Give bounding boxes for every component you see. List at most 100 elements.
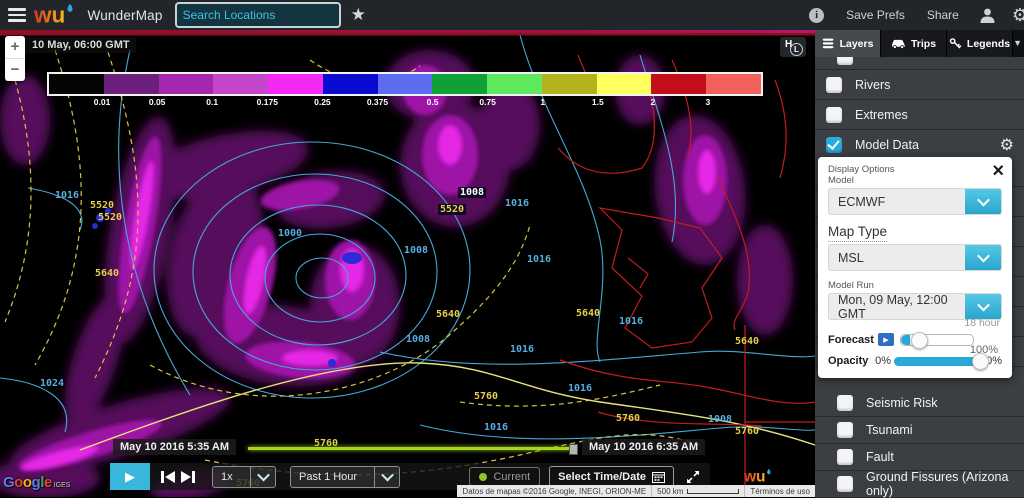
settings-gear-icon[interactable]: ⚙ xyxy=(1012,5,1024,26)
forecast-slider-handle[interactable] xyxy=(911,331,928,349)
model-run-select[interactable]: Mon, 09 May, 12:00 GMT xyxy=(828,293,1002,320)
menu-icon[interactable] xyxy=(8,5,26,25)
model-run-value: Mon, 09 May, 12:00 GMT xyxy=(838,293,948,320)
play-button[interactable]: ▶ xyxy=(110,463,150,490)
layer-row-fault[interactable]: Fault xyxy=(815,444,1024,471)
close-icon[interactable]: × xyxy=(992,161,1004,181)
legend-swatch xyxy=(487,74,542,94)
legend-swatch xyxy=(103,74,159,94)
checkbox-rivers[interactable] xyxy=(826,76,842,93)
account-icon[interactable] xyxy=(979,7,996,24)
time-range-dropdown[interactable]: Past 1 Hour xyxy=(290,465,400,488)
chevron-down-icon[interactable] xyxy=(965,294,1001,319)
layer-row-tsunami[interactable]: Tsunami xyxy=(815,417,1024,444)
model-timestamp: 10 May, 06:00 GMT xyxy=(10,37,136,53)
tab-trips[interactable]: Trips xyxy=(881,30,947,57)
checkbox-seismic-risk[interactable] xyxy=(837,395,853,411)
layer-label: Seismic Risk xyxy=(866,396,938,410)
favorite-star-icon[interactable]: ★ xyxy=(351,5,366,25)
checkbox-tsunami[interactable] xyxy=(837,422,853,438)
layer-row-ground-fissures-arizona-only[interactable]: Ground Fissures (Arizona only) xyxy=(815,470,1024,498)
legend-tick-label: 0.175 xyxy=(256,97,278,107)
timeline-progress[interactable] xyxy=(248,447,571,450)
legend-swatch xyxy=(706,74,761,94)
sidebar-collapse-caret[interactable]: ▼ xyxy=(1013,38,1022,48)
scale-label: 500 km xyxy=(657,486,684,496)
map-contour-label: 5640 xyxy=(576,308,601,319)
legend-swatch xyxy=(322,74,378,94)
terms-link[interactable]: Términos de uso xyxy=(744,485,815,497)
legend-tick-label: 0.75 xyxy=(479,97,496,107)
display-options-panel: Display Options × Model ECMWF Map Type M… xyxy=(818,157,1012,378)
zoom-out-button[interactable]: − xyxy=(5,59,25,81)
map-type-select[interactable]: MSL xyxy=(828,244,1002,271)
search-input[interactable] xyxy=(176,8,339,22)
highs-lows-button[interactable]: H L xyxy=(780,37,806,57)
share-button[interactable]: Share xyxy=(927,8,959,22)
checkbox-partial[interactable] xyxy=(837,57,853,65)
attribution-text: Datos de mapas ©2016 Google, INEGI, ORIO… xyxy=(462,486,647,496)
tab-legends[interactable]: Legends xyxy=(947,30,1013,57)
checkbox-ground-fissures-arizona-only[interactable] xyxy=(837,476,853,492)
wu-logo[interactable]: wu xyxy=(34,3,78,27)
map-contour-label: 5520 xyxy=(98,212,123,223)
map-contour-label: 1016 xyxy=(505,198,530,209)
map-contour-label: 5640 xyxy=(735,336,760,347)
map-contour-label: 5520 xyxy=(438,204,467,215)
zoom-control[interactable]: + − xyxy=(5,36,25,81)
layer-label: Fault xyxy=(866,450,894,464)
fullscreen-icon[interactable] xyxy=(686,470,700,484)
map-contour-label: 5640 xyxy=(95,268,120,279)
layer-label: Ground Fissures (Arizona only) xyxy=(866,470,1009,498)
map-contour-label: 1008 xyxy=(708,414,733,425)
timeline-handle[interactable] xyxy=(569,444,578,455)
save-prefs-button[interactable]: Save Prefs xyxy=(846,8,905,22)
chevron-down-icon xyxy=(374,466,399,487)
top-bar: wu WunderMap ★ i Save Prefs Share ⚙ xyxy=(0,0,1024,30)
opacity-slider[interactable] xyxy=(894,353,990,370)
gear-icon[interactable]: ⚙ xyxy=(1000,135,1014,155)
zoom-in-button[interactable]: + xyxy=(5,36,25,59)
legend-tick-label: 0.25 xyxy=(314,97,331,107)
layer-row-extremes[interactable]: Extremes xyxy=(815,100,1024,130)
forecast-play-button[interactable]: ▶ xyxy=(878,333,894,346)
tab-layers[interactable]: Layers xyxy=(815,30,881,57)
current-button[interactable]: Current xyxy=(469,467,541,486)
weather-map[interactable]: 1016 5520 5520 5640 1024 1000 5520 1008 1016 1008… xyxy=(0,30,815,497)
info-icon[interactable]: i xyxy=(809,7,825,23)
legend-swatch xyxy=(158,74,214,94)
search-box[interactable] xyxy=(174,2,341,28)
checkbox-extremes[interactable] xyxy=(826,106,842,123)
layer-label: Rivers xyxy=(855,77,891,92)
checkbox-model-data[interactable] xyxy=(826,136,842,153)
speed-value: 1x xyxy=(221,470,233,483)
layer-row-seismic-risk[interactable]: Seismic Risk xyxy=(815,390,1024,417)
chevron-down-icon[interactable] xyxy=(965,245,1001,270)
low-label: L xyxy=(790,43,803,56)
legend-label-row: 0.01 0.05 0.1 0.175 0.25 0.375 0.5 0.75 1 1.5 2 3 xyxy=(47,96,763,108)
checkbox-fault[interactable] xyxy=(837,449,853,465)
legend-tick-label: 1.5 xyxy=(591,97,604,107)
layer-row-model-data[interactable]: Model Data ⚙ xyxy=(815,130,1024,160)
legend-swatch xyxy=(268,74,323,94)
chevron-down-icon[interactable] xyxy=(965,189,1001,214)
model-select[interactable]: ECMWF xyxy=(828,188,1002,215)
wu-watermark: wu xyxy=(744,469,771,485)
legend-swatch xyxy=(596,74,652,94)
legend-swatch xyxy=(432,74,488,94)
forecast-slider[interactable] xyxy=(900,331,974,349)
animation-timeline[interactable]: May 10 2016 5:35 AM May 10 2016 6:35 AM xyxy=(0,438,815,458)
timeline-start-label: May 10 2016 5:35 AM xyxy=(113,439,237,455)
speed-dropdown[interactable]: 1x xyxy=(212,465,276,488)
skip-forward-button[interactable] xyxy=(180,470,196,484)
chevron-down-icon xyxy=(250,466,275,487)
map-type-value: MSL xyxy=(838,250,864,265)
opacity-slider-handle[interactable] xyxy=(972,353,990,370)
map-contour-label: 1016 xyxy=(510,344,535,355)
map-contour-label: 1016 xyxy=(55,190,80,201)
skip-back-button[interactable] xyxy=(160,470,176,484)
layer-row-partial[interactable] xyxy=(815,57,1024,70)
layer-row-rivers[interactable]: Rivers xyxy=(815,70,1024,100)
precip-legend: 0.01 0.05 0.1 0.175 0.25 0.375 0.5 0.75 1 1.5 2 3 xyxy=(47,72,763,108)
legend-swatch xyxy=(213,74,269,94)
